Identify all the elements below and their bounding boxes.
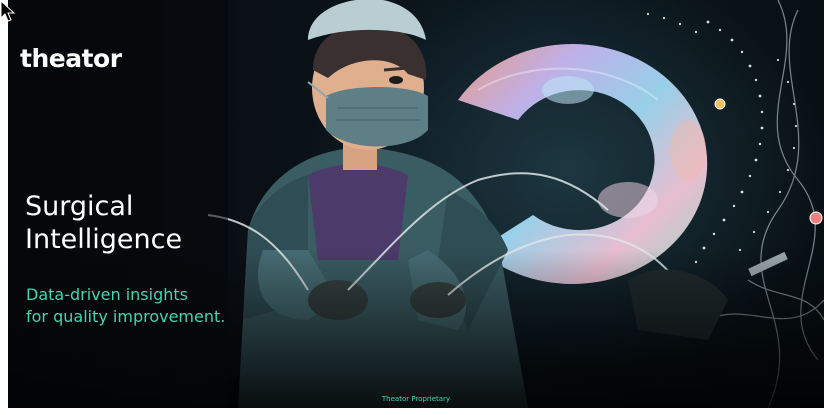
page-title: Surgical Intelligence — [25, 190, 182, 256]
mouse-cursor-icon — [0, 0, 16, 22]
footer-label: Theator Proprietary — [381, 395, 451, 403]
brand-logo: theator — [20, 44, 122, 73]
tagline-line-1: Data-driven insights — [26, 285, 188, 304]
presentation-slide: theator Surgical Intelligence Data-drive… — [8, 0, 824, 408]
tagline-line-2: for quality improvement. — [26, 307, 226, 326]
headline-line-2: Intelligence — [25, 224, 183, 255]
headline-line-1: Surgical — [25, 191, 134, 222]
tagline: Data-driven insights for quality improve… — [26, 284, 225, 328]
